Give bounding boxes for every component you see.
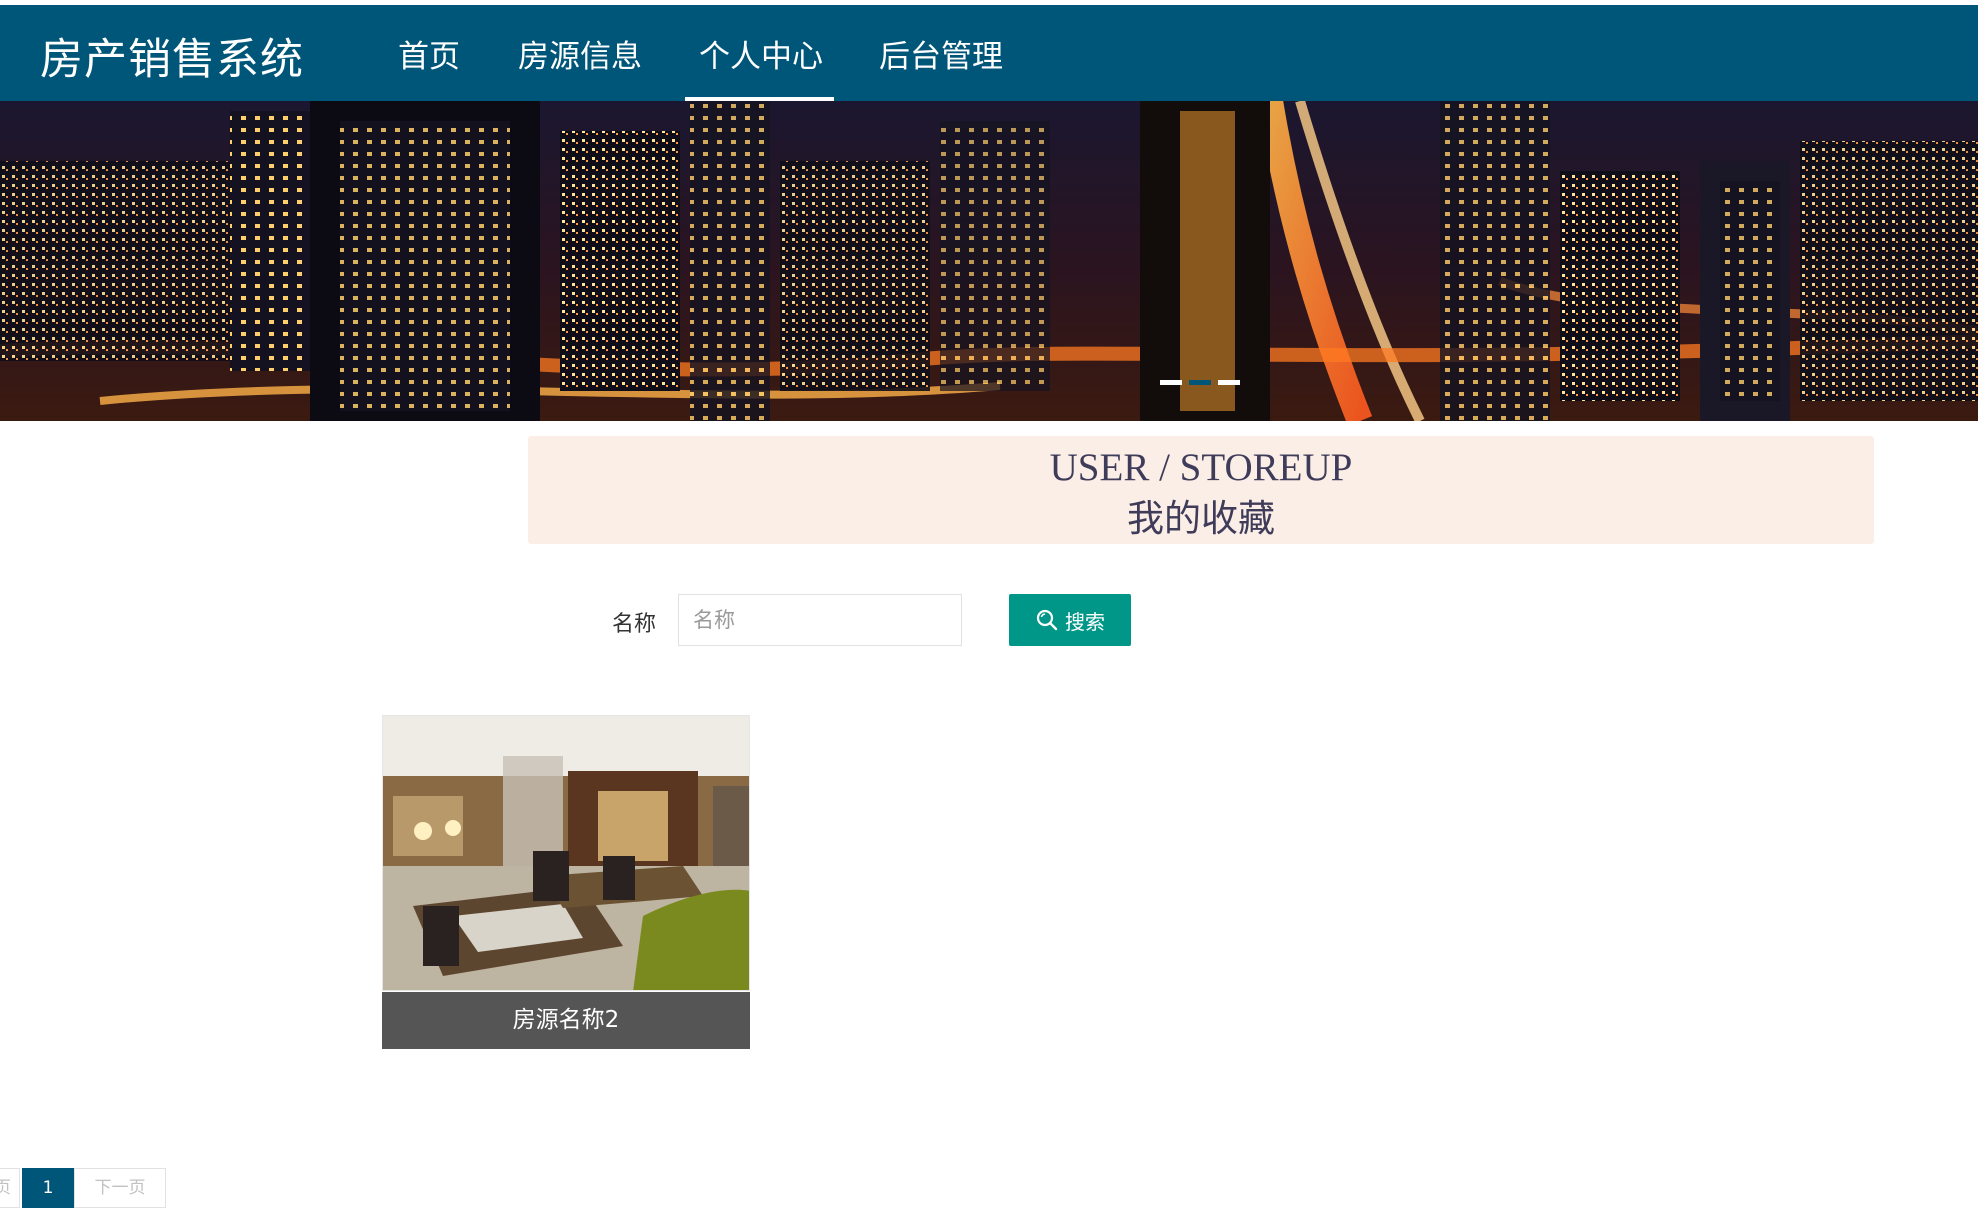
dining-room-image <box>383 716 749 990</box>
search-button[interactable]: 搜索 <box>1009 594 1131 646</box>
banner-carousel[interactable] <box>0 101 1978 421</box>
site-brand[interactable]: 房产销售系统 <box>40 25 304 87</box>
favorite-card-image[interactable] <box>382 715 750 991</box>
favorite-card-title[interactable]: 房源名称2 <box>382 992 750 1049</box>
search-button-label: 搜索 <box>1065 611 1105 634</box>
pagination-page-1[interactable]: 1 <box>22 1168 74 1208</box>
nav-item-admin[interactable]: 后台管理 <box>879 31 1003 76</box>
site-header: 房产销售系统 首页 房源信息 个人中心 后台管理 <box>0 5 1978 102</box>
section-title-en: USER / STOREUP <box>1049 446 1353 489</box>
carousel-dot-1[interactable] <box>1160 380 1182 385</box>
carousel-dot-2[interactable] <box>1189 380 1211 385</box>
section-title-cn: 我的收藏 <box>1127 497 1275 540</box>
pagination-prev[interactable]: 上一页 <box>0 1168 20 1208</box>
carousel-dot-3[interactable] <box>1218 380 1240 385</box>
banner-city-image <box>0 101 1978 421</box>
pagination-next[interactable]: 下一页 <box>74 1168 166 1208</box>
nav-item-personal-center[interactable]: 个人中心 <box>699 31 823 76</box>
nav-item-home[interactable]: 首页 <box>398 31 460 76</box>
section-title-box: USER / STOREUP 我的收藏 <box>528 436 1874 544</box>
search-label: 名称 <box>612 612 657 637</box>
search-icon <box>1036 609 1058 631</box>
favorite-card[interactable]: 房源名称2 <box>382 715 750 1049</box>
search-input[interactable] <box>678 594 962 646</box>
nav-item-listings[interactable]: 房源信息 <box>518 31 642 76</box>
